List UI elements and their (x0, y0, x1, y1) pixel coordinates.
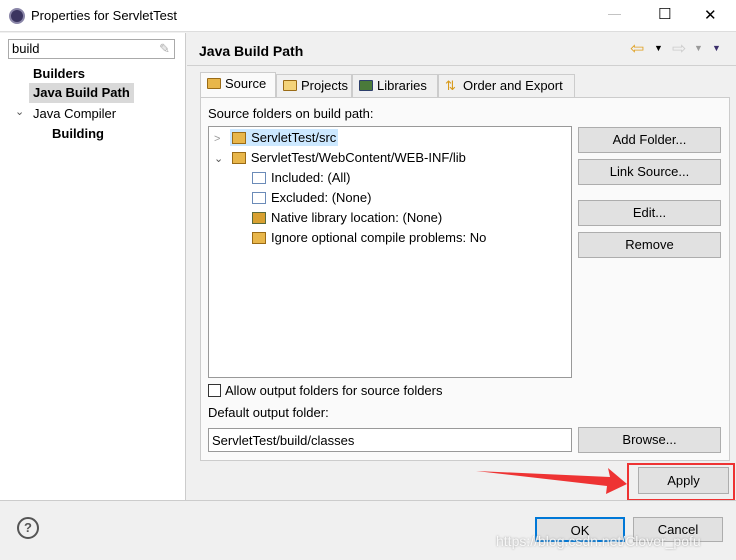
arrow-shape (476, 468, 627, 494)
tab-projects[interactable]: Projects (276, 74, 352, 98)
chevron-right-icon[interactable]: > (214, 133, 220, 145)
ignore-problems-icon (252, 232, 266, 244)
forward-dropdown-icon[interactable]: ▼ (694, 43, 703, 53)
minimize-button[interactable]: — (608, 6, 621, 21)
default-output-label: Default output folder: (208, 405, 329, 420)
tree-item-lib[interactable]: ⌄ ServletTest/WebContent/WEB-INF/lib (214, 148, 466, 168)
title-bar: Properties for ServletTest — ☐ ✕ (0, 0, 736, 32)
source-folder-icon (232, 132, 247, 144)
allow-output-checkbox[interactable] (208, 384, 221, 397)
source-folder-icon (231, 152, 246, 164)
help-icon[interactable]: ? (17, 517, 39, 539)
footer-divider (0, 500, 736, 501)
watermark: https://blog.csdn.net/Clover_pofu (496, 533, 701, 549)
add-folder-button[interactable]: Add Folder... (578, 127, 721, 153)
libraries-icon (359, 80, 373, 91)
allow-output-label: Allow output folders for source folders (225, 383, 443, 398)
tree-item-src[interactable]: > ServletTest/src (214, 128, 339, 148)
filter-input[interactable]: build ✎ (8, 39, 175, 59)
source-tree[interactable]: > ServletTest/src ⌄ ServletTest/WebConte… (208, 126, 572, 378)
link-source-button[interactable]: Link Source... (578, 159, 721, 185)
annotation-arrow (476, 468, 627, 494)
forward-arrow-icon[interactable]: ⇨ (672, 39, 686, 59)
clear-filter-icon[interactable]: ✎ (159, 41, 170, 57)
edit-button[interactable]: Edit... (578, 200, 721, 226)
highlight-box (627, 463, 735, 501)
maximize-button[interactable]: ☐ (658, 5, 671, 23)
header-divider (187, 65, 736, 66)
tab-libraries[interactable]: Libraries (352, 74, 438, 98)
project-folder-icon (283, 80, 297, 91)
sidebar: build ✎ Builders Java Build Path ⌄ Java … (0, 33, 186, 500)
native-library-icon (252, 212, 266, 224)
source-folders-label: Source folders on build path: (208, 106, 374, 121)
sidebar-item-builders[interactable]: Builders (33, 66, 85, 81)
source-tab-panel: Source folders on build path: > ServletT… (200, 97, 730, 461)
eclipse-icon (9, 8, 25, 24)
sidebar-item-java-build-path[interactable]: Java Build Path (29, 83, 134, 103)
remove-button[interactable]: Remove (578, 232, 721, 258)
tree-item-ignore[interactable]: Ignore optional compile problems: No (252, 228, 486, 248)
order-export-icon: ⇅ (445, 78, 456, 93)
source-folder-icon (207, 78, 221, 89)
browse-button[interactable]: Browse... (578, 427, 721, 453)
close-button[interactable]: ✕ (704, 6, 717, 24)
sidebar-item-building[interactable]: Building (52, 126, 104, 141)
view-menu-icon[interactable]: ▼ (712, 43, 721, 53)
tree-item-included[interactable]: Included: (All) (252, 168, 350, 188)
window-title: Properties for ServletTest (31, 8, 177, 23)
sidebar-item-java-compiler[interactable]: Java Compiler (33, 106, 116, 121)
tab-order-export[interactable]: ⇅ Order and Export (438, 74, 575, 98)
default-output-input[interactable]: ServletTest/build/classes (208, 428, 572, 452)
back-arrow-icon[interactable]: ⇦ (630, 39, 644, 59)
back-dropdown-icon[interactable]: ▼ (654, 43, 663, 53)
included-icon (252, 172, 266, 184)
chevron-down-icon[interactable]: ⌄ (214, 153, 223, 165)
excluded-icon (252, 192, 266, 204)
tab-source[interactable]: Source (200, 72, 276, 98)
chevron-down-icon[interactable]: ⌄ (15, 105, 24, 118)
tree-item-native[interactable]: Native library location: (None) (252, 208, 442, 228)
tree-item-excluded[interactable]: Excluded: (None) (252, 188, 371, 208)
page-title: Java Build Path (199, 43, 304, 59)
